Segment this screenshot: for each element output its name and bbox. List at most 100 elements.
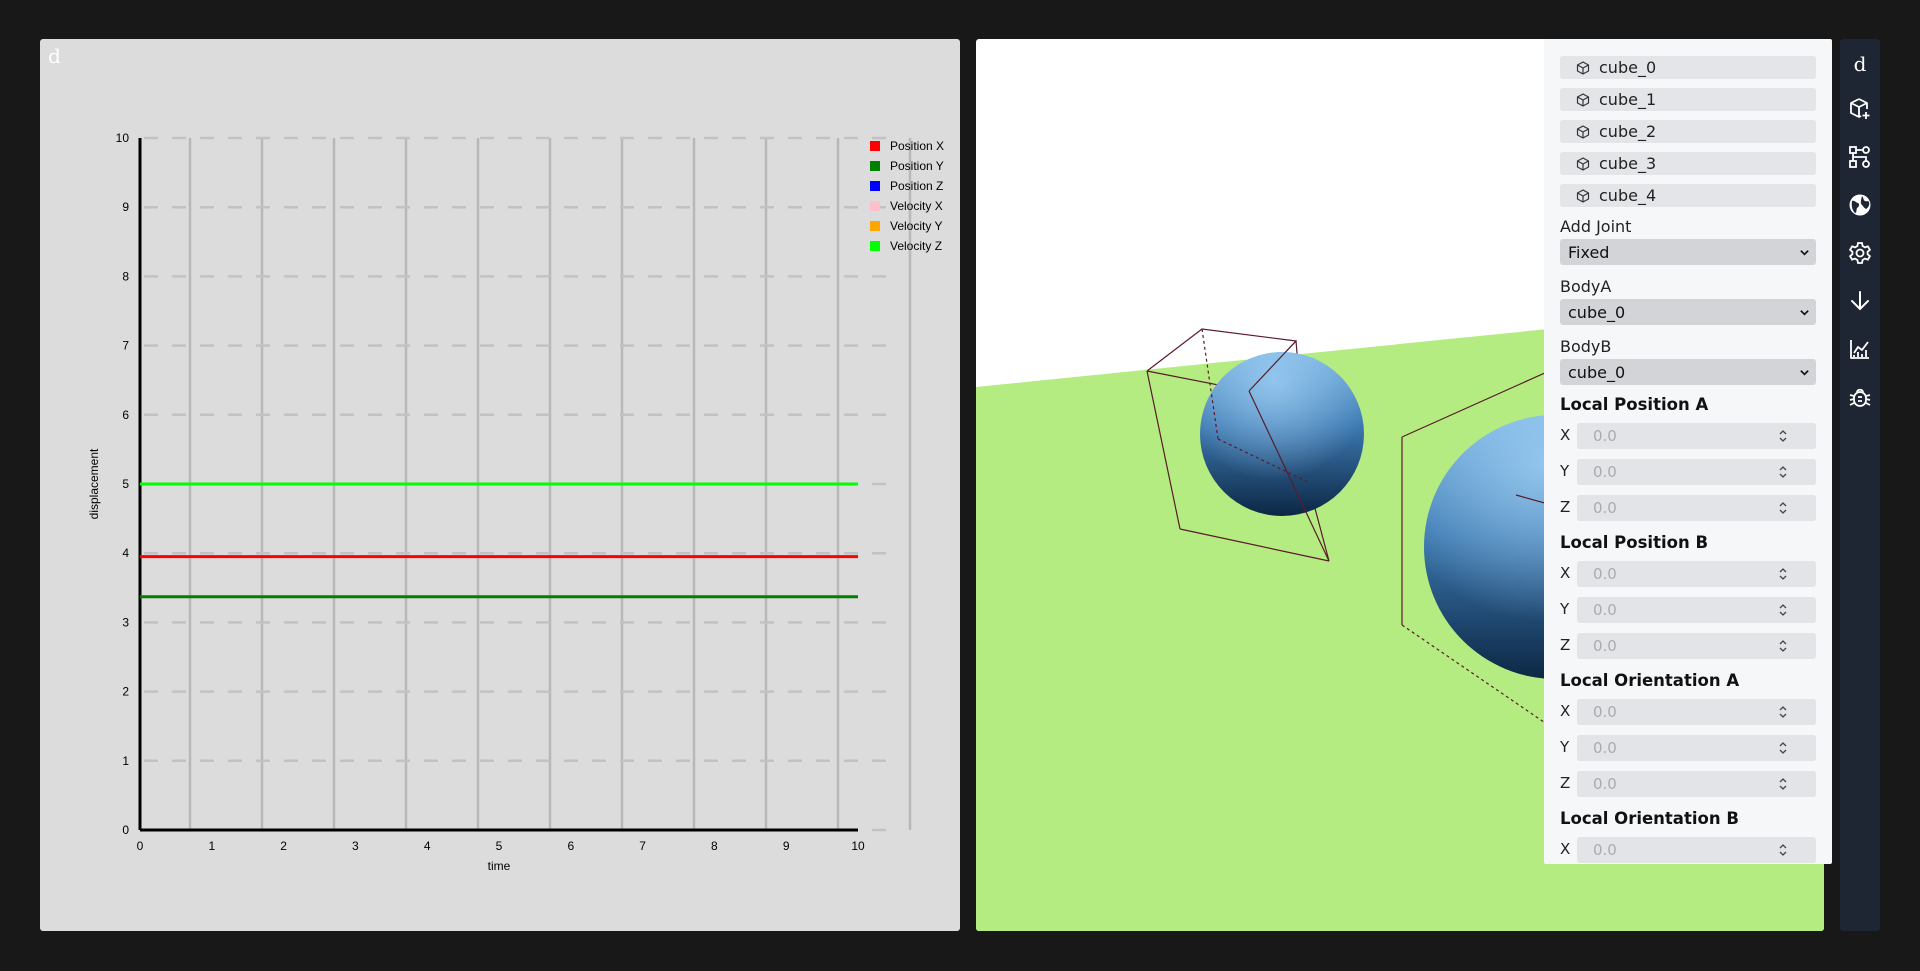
number-input-placeholder: 0.0: [1593, 601, 1617, 619]
legend-swatch: [870, 241, 880, 251]
number-input-placeholder: 0.0: [1593, 427, 1617, 445]
toolbar-logo: d: [1853, 52, 1867, 76]
axis-label: Y: [1560, 462, 1570, 480]
legend-label: Position X: [890, 139, 944, 153]
chart-panel: 0 1 2 3 4 5 6 7 8 9 10 0 1 2 3 4 5 6 7 8 9 10 time displacement…: [40, 39, 960, 931]
body-list-item[interactable]: cube_4: [1560, 184, 1816, 207]
legend-label: Velocity Z: [890, 239, 942, 253]
legend-label: Velocity X: [890, 199, 943, 213]
chevron-down-icon: [1800, 250, 1809, 256]
x-tick-label: 2: [280, 839, 287, 853]
legend-label: Velocity Y: [890, 219, 942, 233]
number-input-placeholder: 0.0: [1593, 775, 1617, 793]
bug-icon[interactable]: [1848, 385, 1872, 409]
x-tick-label: 8: [711, 839, 718, 853]
section-title: Local Position B: [1560, 533, 1709, 552]
axis-label: Y: [1560, 600, 1570, 618]
y-tick-label: 9: [122, 200, 129, 214]
x-tick-label: 7: [639, 839, 646, 853]
chevron-down-icon: [1800, 370, 1809, 376]
number-input[interactable]: 0.0: [1577, 735, 1816, 761]
add-cube-icon[interactable]: [1848, 97, 1872, 121]
body-list-item[interactable]: cube_1: [1560, 88, 1816, 111]
legend-swatch: [870, 221, 880, 231]
joint-panel: cube_0 cube_1 cube_2 cube_3 cube_4 Add Joint…: [1544, 39, 1832, 864]
number-input[interactable]: 0.0: [1577, 633, 1816, 659]
y-tick-label: 7: [122, 339, 129, 353]
body-b-select[interactable]: cube_0: [1560, 359, 1816, 385]
legend-label: Position Z: [890, 179, 943, 193]
joint-type-select[interactable]: Fixed: [1560, 239, 1816, 265]
number-input[interactable]: 0.0: [1577, 495, 1816, 521]
y-tick-label: 5: [122, 477, 129, 491]
axis-label: Z: [1560, 498, 1571, 516]
y-tick-label: 8: [122, 269, 129, 283]
number-input[interactable]: 0.0: [1577, 459, 1816, 485]
x-tick-label: 9: [783, 839, 790, 853]
x-tick-label: 1: [208, 839, 215, 853]
chevron-down-icon: [1800, 310, 1809, 316]
joint-graph-icon[interactable]: [1848, 145, 1872, 169]
y-tick-label: 10: [116, 131, 130, 145]
x-tick-label: 0: [137, 839, 144, 853]
number-input[interactable]: 0.0: [1577, 699, 1816, 725]
cube-icon: [1576, 156, 1590, 171]
axis-label: Z: [1560, 774, 1571, 792]
x-tick-label: 4: [424, 839, 431, 853]
spinner-arrows-icon[interactable]: [1778, 777, 1788, 791]
y-tick-label: 0: [122, 823, 129, 837]
globe-icon[interactable]: [1848, 193, 1872, 217]
y-axis-title: displacement: [87, 448, 101, 519]
spinner-arrows-icon[interactable]: [1778, 603, 1788, 617]
number-input[interactable]: 0.0: [1577, 561, 1816, 587]
number-input-placeholder: 0.0: [1593, 499, 1617, 517]
cube-icon: [1576, 188, 1590, 203]
legend-label: Position Y: [890, 159, 944, 173]
chart-icon[interactable]: [1848, 337, 1872, 361]
number-input-placeholder: 0.0: [1593, 463, 1617, 481]
number-input-placeholder: 0.0: [1593, 739, 1617, 757]
settings-gear-icon[interactable]: [1848, 241, 1872, 265]
body-list-item[interactable]: cube_0: [1560, 56, 1816, 79]
line-chart: 0 1 2 3 4 5 6 7 8 9 10 0 1 2 3 4 5 6 7 8 9 10 time displacement…: [87, 131, 944, 873]
x-axis-title: time: [488, 859, 511, 873]
cube-icon: [1576, 92, 1590, 107]
number-input[interactable]: 0.0: [1577, 423, 1816, 449]
legend-swatch: [870, 201, 880, 211]
number-input[interactable]: 0.0: [1577, 597, 1816, 623]
y-tick-label: 6: [122, 408, 129, 422]
spinner-arrows-icon[interactable]: [1778, 501, 1788, 515]
axis-label: X: [1560, 426, 1571, 444]
number-input-placeholder: 0.0: [1593, 565, 1617, 583]
axis-label: X: [1560, 564, 1571, 582]
spinner-arrows-icon[interactable]: [1778, 429, 1788, 443]
spinner-arrows-icon[interactable]: [1778, 639, 1788, 653]
spinner-arrows-icon[interactable]: [1778, 567, 1788, 581]
number-input[interactable]: 0.0: [1577, 771, 1816, 797]
right-toolbar: d: [1840, 39, 1880, 931]
y-tick-label: 4: [122, 546, 129, 560]
body-b-label: BodyB: [1560, 337, 1612, 356]
number-input-placeholder: 0.0: [1593, 703, 1617, 721]
number-input[interactable]: 0.0: [1577, 837, 1816, 863]
body-a-label: BodyA: [1560, 277, 1612, 296]
section-title: Local Orientation B: [1560, 809, 1739, 828]
number-input-placeholder: 0.0: [1593, 637, 1617, 655]
spinner-arrows-icon[interactable]: [1778, 741, 1788, 755]
body-list-item[interactable]: cube_3: [1560, 152, 1816, 175]
cube-icon: [1576, 60, 1590, 75]
download-arrow-icon[interactable]: [1848, 289, 1872, 313]
body-list-item[interactable]: cube_2: [1560, 120, 1816, 143]
number-input-placeholder: 0.0: [1593, 841, 1617, 859]
x-tick-label: 6: [567, 839, 574, 853]
legend-swatch: [870, 161, 880, 171]
body-list-label: cube_0: [1599, 58, 1657, 77]
body-b-value: cube_0: [1568, 362, 1626, 382]
body-list-label: cube_2: [1599, 122, 1657, 141]
spinner-arrows-icon[interactable]: [1778, 705, 1788, 719]
spinner-arrows-icon[interactable]: [1778, 843, 1788, 857]
chart-logo: d: [48, 44, 61, 68]
body-a-select[interactable]: cube_0: [1560, 299, 1816, 325]
axis-label: X: [1560, 840, 1571, 858]
spinner-arrows-icon[interactable]: [1778, 465, 1788, 479]
